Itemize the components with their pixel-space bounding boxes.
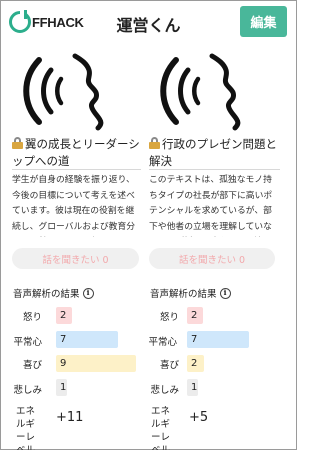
card-description: このテキストは、孤独なモノ持ちタイプの社長が部下に高いポテンシャルを求めているが… [149,175,273,232]
analysis-title-text: 音声解析の結果 [13,289,80,300]
energy-value: +5 [189,410,209,425]
emotion-label-joy: 喜び [22,360,42,371]
card-title[interactable]: 翼の成長とリーダーシップへの道 [12,136,142,170]
energy-value: +11 [56,410,84,425]
want-to-talk-button[interactable]: 話を聞きたい 0 [149,248,275,269]
divider [149,169,280,170]
emotion-label-anger: 怒り [22,312,42,323]
energy-label: エネルギーレベル [151,406,171,450]
post-card[interactable]: 翼の成長とリーダーシップへの道 [12,48,142,170]
card-title-text: 翼の成長とリーダーシップへの道 [12,137,140,168]
edit-button[interactable]: 編集 [240,6,287,37]
emotion-label-calm: 平常心 [148,337,177,348]
info-icon[interactable]: i [82,287,94,299]
analysis-title-text: 音声解析の結果 [150,289,217,300]
emotion-bar-sadness: 1 [56,379,67,396]
want-to-talk-button[interactable]: 話を聞きたい 0 [12,248,139,269]
emotion-bar-joy: 9 [56,355,136,372]
emotion-bar-anger: 2 [187,307,203,324]
lock-icon [12,137,23,149]
emotion-bar-calm: 7 [56,331,118,348]
header: FFHACK 運営くん 編集 [0,0,297,44]
voice-thumbnail-icon [149,48,279,132]
lock-icon [149,137,160,149]
voice-thumbnail-icon [12,48,142,132]
card-title[interactable]: 行政のプレゼン問題と解決 [149,136,279,170]
emotion-label-sadness: 悲しみ [150,385,179,396]
emotion-bar-sadness: 1 [187,379,198,396]
emotion-label-sadness: 悲しみ [13,385,42,396]
emotion-bar-joy: 2 [187,355,204,372]
emotion-bar-anger: 2 [56,307,72,324]
post-card[interactable]: 行政のプレゼン問題と解決 [149,48,279,170]
emotion-label-anger: 怒り [159,312,179,323]
divider [12,169,141,170]
card-title-text: 行政のプレゼン問題と解決 [149,137,277,168]
energy-label: エネルギーレベル [16,406,36,450]
analysis-title: 音声解析の結果 i [150,286,231,300]
info-icon[interactable]: i [219,287,231,299]
emotion-label-calm: 平常心 [13,337,42,348]
emotion-label-joy: 喜び [159,360,179,371]
analysis-title: 音声解析の結果 i [13,286,94,300]
emotion-bar-calm: 7 [187,331,249,348]
card-description: 学生が自身の経験を振り返り、今後の目標について考えを述べています。彼は現在の役割… [12,175,136,232]
